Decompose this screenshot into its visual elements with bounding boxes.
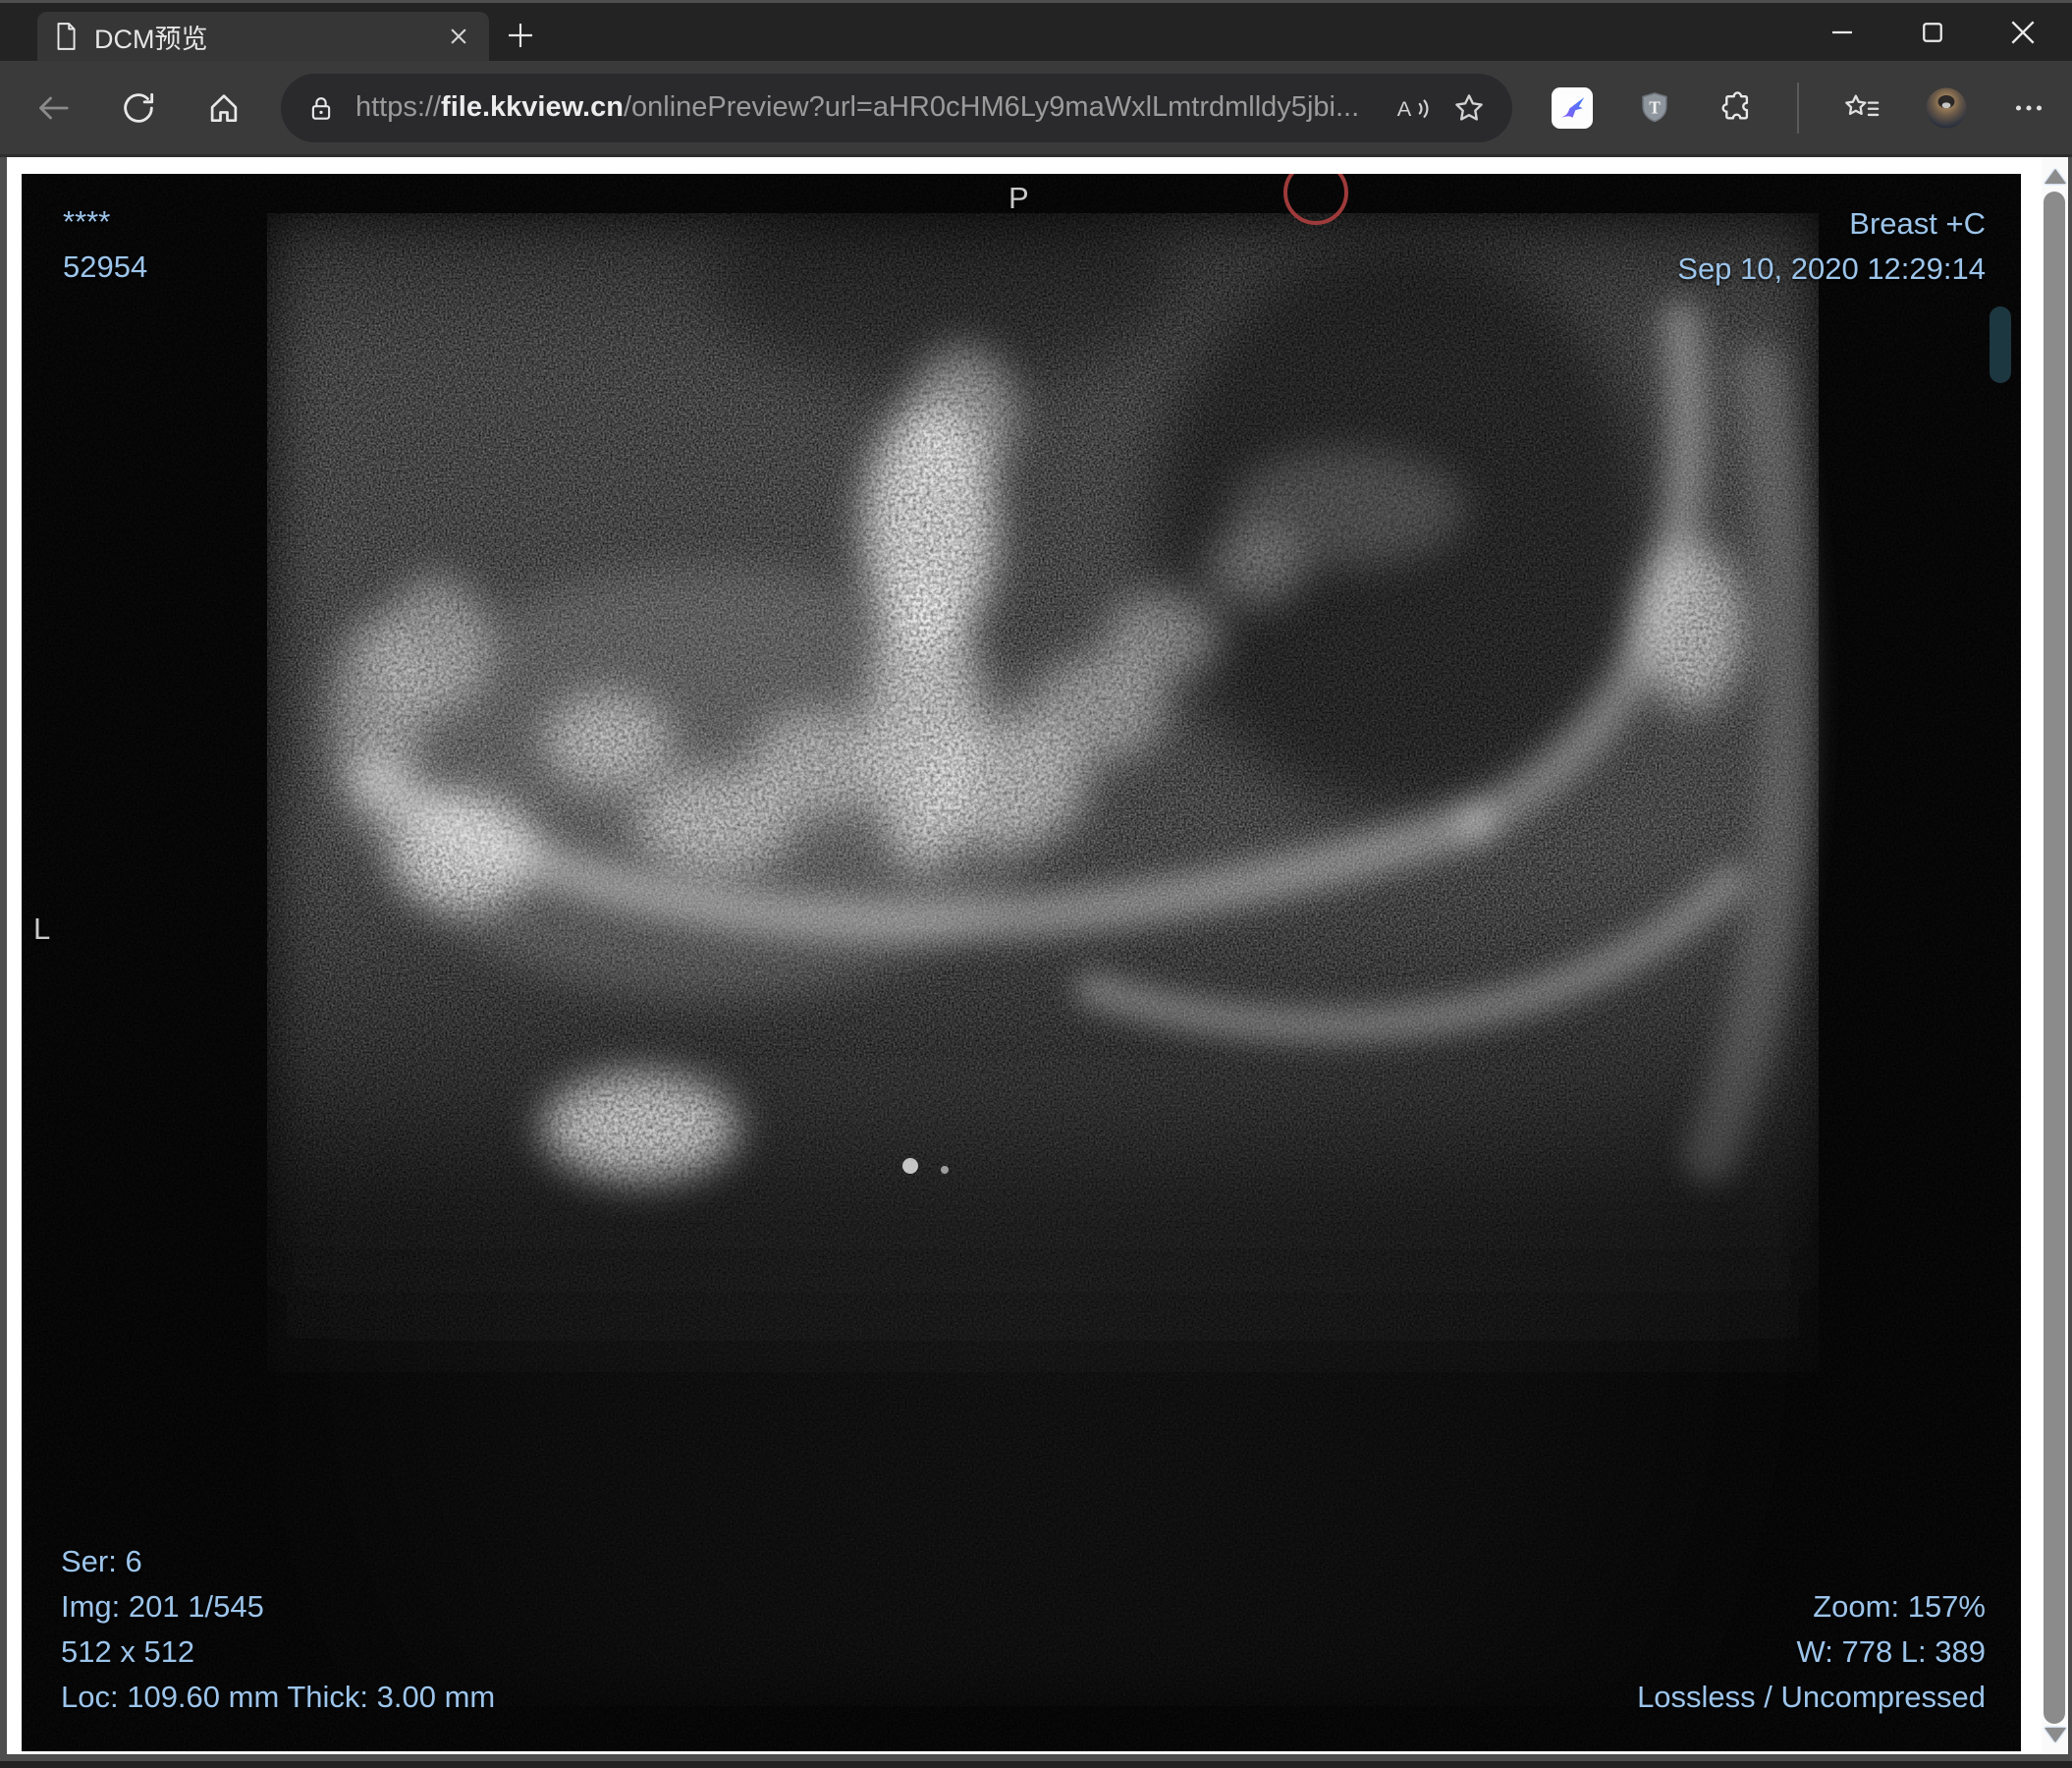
- minimize-button[interactable]: [1797, 3, 1887, 61]
- overlay-series-block: Ser: 6 Img: 201 1/545 512 x 512 Loc: 109…: [61, 1539, 495, 1720]
- more-options-icon[interactable]: [2011, 90, 2046, 126]
- tab-close-icon[interactable]: [444, 22, 473, 51]
- browser-window: DCM预览 https://file.kkview.cn/onlinePrevi…: [0, 0, 2072, 1768]
- title-bar: DCM预览: [0, 3, 2072, 61]
- extension-bird-icon[interactable]: [1552, 86, 1593, 129]
- overlay-display-block: Zoom: 157% W: 778 L: 389 Lossless / Unco…: [1637, 1584, 1986, 1720]
- zoom-level: Zoom: 157%: [1813, 1589, 1986, 1624]
- overlay-patient-block: **** 52954: [63, 199, 147, 290]
- url-path: /onlinePreview?url=aHR0cHM6Ly9maWxlLmtrd…: [623, 91, 1360, 123]
- study-datetime: Sep 10, 2020 12:29:14: [1677, 251, 1986, 286]
- image-matrix: 512 x 512: [61, 1634, 195, 1669]
- scrollbar-thumb[interactable]: [2044, 192, 2065, 1724]
- image-number: Img: 201 1/545: [61, 1589, 264, 1624]
- home-button[interactable]: [196, 76, 251, 140]
- slice-location: Loc: 109.60 mm Thick: 3.00 mm: [61, 1680, 496, 1714]
- orientation-label-posterior: P: [1009, 181, 1029, 215]
- read-aloud-icon[interactable]: A: [1394, 90, 1432, 126]
- new-tab-button[interactable]: [501, 16, 540, 55]
- favorites-hub-icon[interactable]: [1842, 89, 1881, 127]
- study-description: Breast +C: [1849, 206, 1986, 241]
- close-button[interactable]: [1978, 3, 2068, 61]
- url-scheme: https://: [355, 91, 442, 123]
- window-controls: [1797, 3, 2068, 61]
- extensions-puzzle-icon[interactable]: [1717, 89, 1754, 127]
- scrollbar-up-arrow[interactable]: [2045, 169, 2066, 184]
- svg-text:T: T: [1649, 97, 1661, 117]
- overlay-study-block: Breast +C Sep 10, 2020 12:29:14: [1677, 201, 1986, 292]
- favorite-star-icon[interactable]: [1451, 90, 1487, 126]
- dicom-canvas[interactable]: **** 52954 P L Breast +C Sep 10, 2020 12…: [22, 174, 2021, 1751]
- profile-avatar[interactable]: [1925, 86, 1968, 130]
- window-level: W: 778 L: 389: [1796, 1634, 1986, 1669]
- mri-image: [22, 174, 2021, 1751]
- extension-shield-icon[interactable]: T: [1636, 88, 1673, 128]
- tab-title: DCM预览: [94, 24, 208, 54]
- back-button[interactable]: [26, 76, 81, 140]
- viewer-scrollbar-thumb[interactable]: [1990, 306, 2011, 383]
- series-number: Ser: 6: [61, 1544, 142, 1578]
- toolbar-divider: [1797, 82, 1799, 134]
- dicom-preview-page: **** 52954 P L Breast +C Sep 10, 2020 12…: [7, 157, 2068, 1754]
- page-scrollbar[interactable]: [2042, 157, 2068, 1754]
- refresh-button[interactable]: [111, 76, 166, 140]
- patient-name-masked: ****: [63, 204, 111, 239]
- toolbar-right-icons: T: [1552, 82, 2046, 134]
- patient-id: 52954: [63, 249, 148, 284]
- lock-icon: [306, 92, 336, 124]
- page-frame: **** 52954 P L Breast +C Sep 10, 2020 12…: [0, 157, 2072, 1761]
- compression-info: Lossless / Uncompressed: [1637, 1680, 1986, 1714]
- orientation-label-left: L: [33, 912, 51, 946]
- browser-toolbar: https://file.kkview.cn/onlinePreview?url…: [0, 61, 2072, 157]
- maximize-button[interactable]: [1887, 3, 1978, 61]
- scrollbar-down-arrow[interactable]: [2045, 1728, 2066, 1742]
- document-icon: [53, 22, 79, 51]
- address-bar[interactable]: https://file.kkview.cn/onlinePreview?url…: [281, 73, 1512, 142]
- browser-tab[interactable]: DCM预览: [37, 12, 489, 61]
- url-domain: file.kkview.cn: [441, 91, 624, 123]
- url-text: https://file.kkview.cn/onlinePreview?url…: [355, 91, 1377, 124]
- svg-text:A: A: [1397, 96, 1412, 121]
